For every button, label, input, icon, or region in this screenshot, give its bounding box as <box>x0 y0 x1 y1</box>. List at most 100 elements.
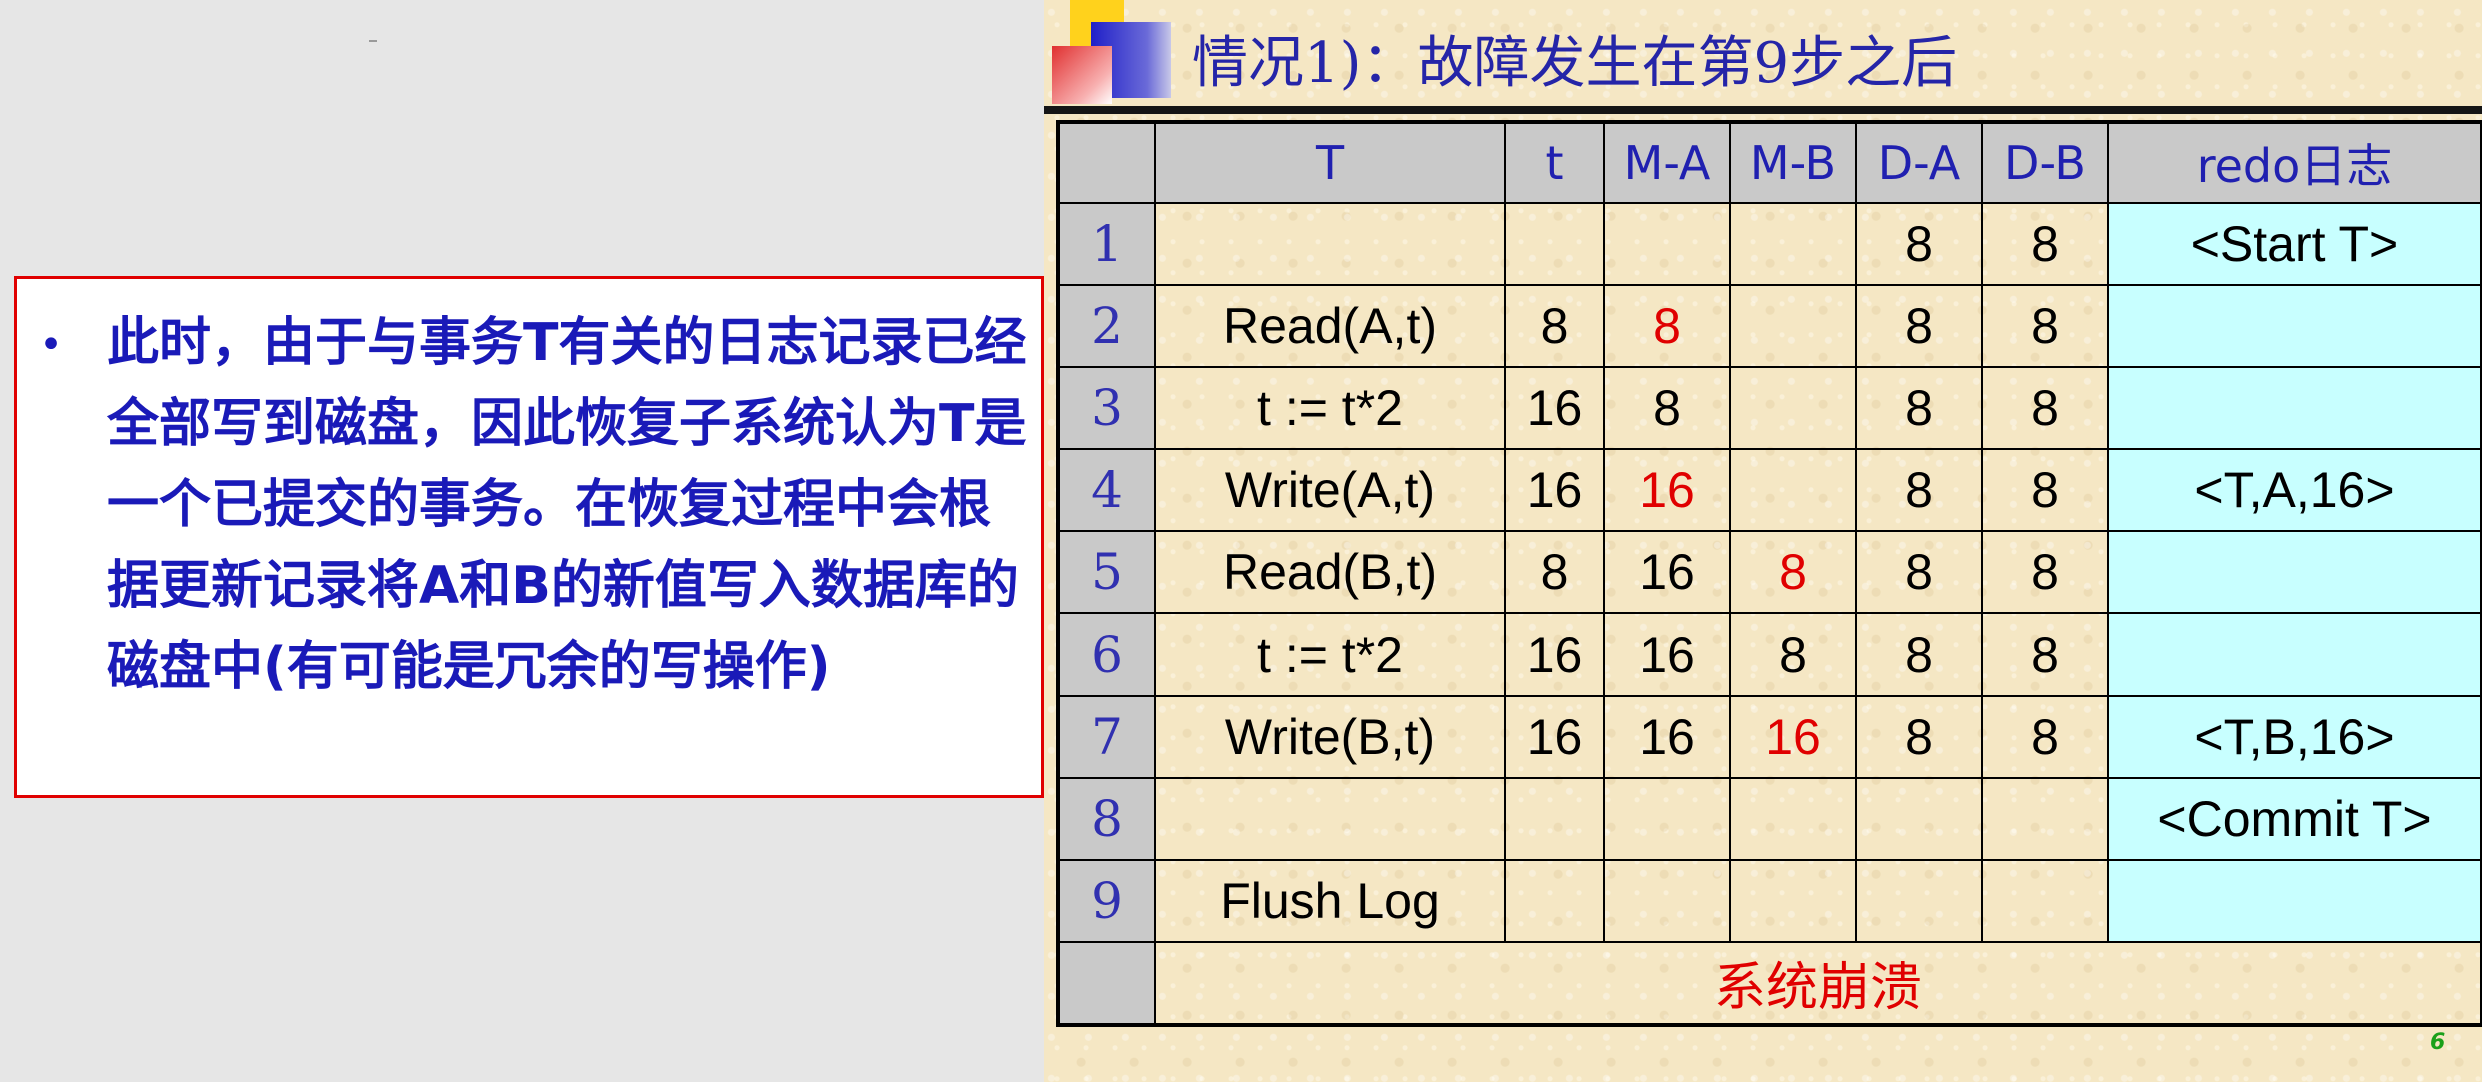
step-number: 7 <box>1057 694 1156 779</box>
d-a-cell: 8 <box>1855 612 1983 697</box>
header-cell: D-B <box>1981 121 2109 204</box>
operation-cell: Read(B,t) <box>1154 530 1506 615</box>
table-row: 9 Flush Log <box>1057 858 2482 943</box>
table-row: 5 Read(B,t) 8 16 8 8 8 <box>1057 530 2482 615</box>
redo-log-cell <box>2107 366 2482 451</box>
step-number: 1 <box>1057 201 1156 287</box>
operation-cell <box>1154 201 1506 287</box>
operation-cell: t := t*2 <box>1154 612 1506 697</box>
t-cell <box>1504 201 1605 287</box>
log-table: T t M-A M-B D-A D-B redo日志 1 8 8 <Start … <box>1056 120 2482 1027</box>
operation-cell: Write(B,t) <box>1154 694 1506 779</box>
m-a-cell: 16 <box>1603 694 1731 779</box>
m-a-cell: 8 <box>1603 284 1731 369</box>
operation-cell <box>1154 776 1506 861</box>
d-a-cell <box>1855 858 1983 943</box>
m-b-cell: 8 <box>1729 612 1857 697</box>
m-b-cell <box>1729 284 1857 369</box>
crash-row: 系统崩溃 <box>1057 940 2482 1027</box>
operation-cell: Read(A,t) <box>1154 284 1506 369</box>
m-a-cell: 8 <box>1603 366 1731 451</box>
table-row: 6 t := t*2 16 16 8 8 8 <box>1057 612 2482 697</box>
redo-log-cell <box>2107 284 2482 369</box>
d-a-cell: 8 <box>1855 530 1983 615</box>
page-number: 6 <box>2430 1030 2446 1055</box>
header-cell <box>1057 121 1156 204</box>
crash-label: 系统崩溃 <box>1154 940 2482 1027</box>
header-cell: t <box>1504 121 1605 204</box>
t-cell: 16 <box>1504 448 1605 533</box>
step-number: 5 <box>1057 530 1156 615</box>
logo-square-icon <box>1052 46 1112 104</box>
t-cell <box>1504 858 1605 943</box>
redo-log-cell: <Commit T> <box>2107 776 2482 861</box>
d-b-cell: 8 <box>1981 448 2109 533</box>
table-header-row: T t M-A M-B D-A D-B redo日志 <box>1057 121 2482 204</box>
stray-mark <box>369 40 377 42</box>
explanation-box: • 此时，由于与事务T有关的日志记录已经全部写到磁盘，因此恢复子系统认为T是一个… <box>14 276 1044 798</box>
bullet-icon: • <box>39 322 63 368</box>
d-a-cell: 8 <box>1855 694 1983 779</box>
d-b-cell: 8 <box>1981 366 2109 451</box>
step-number: 6 <box>1057 612 1156 697</box>
m-a-cell <box>1603 776 1731 861</box>
d-b-cell <box>1981 858 2109 943</box>
d-a-cell: 8 <box>1855 284 1983 369</box>
m-b-cell <box>1729 448 1857 533</box>
m-a-cell <box>1603 858 1731 943</box>
step-number: 4 <box>1057 448 1156 533</box>
t-cell <box>1504 776 1605 861</box>
redo-log-cell: <Start T> <box>2107 201 2482 287</box>
step-number: 2 <box>1057 284 1156 369</box>
redo-log-cell <box>2107 612 2482 697</box>
slide-title: 情况1)：故障发生在第9步之后 <box>1192 31 1958 96</box>
d-a-cell <box>1855 776 1983 861</box>
t-cell: 16 <box>1504 366 1605 451</box>
redo-log-cell: <T,B,16> <box>2107 694 2482 779</box>
m-a-cell: 16 <box>1603 448 1731 533</box>
m-a-cell <box>1603 201 1731 287</box>
d-b-cell: 8 <box>1981 694 2109 779</box>
m-a-cell: 16 <box>1603 530 1731 615</box>
redo-log-cell <box>2107 530 2482 615</box>
slide: 情况1)：故障发生在第9步之后 T t M-A M-B D-A D-B redo… <box>1044 0 2482 1082</box>
d-b-cell: 8 <box>1981 284 2109 369</box>
title-divider <box>1044 106 2482 114</box>
explanation-text: 此时，由于与事务T有关的日志记录已经全部写到磁盘，因此恢复子系统认为T是一个已提… <box>107 313 1027 697</box>
m-b-cell: 16 <box>1729 694 1857 779</box>
d-a-cell: 8 <box>1855 448 1983 533</box>
operation-cell: Flush Log <box>1154 858 1506 943</box>
m-b-cell <box>1729 858 1857 943</box>
m-b-cell <box>1729 366 1857 451</box>
d-b-cell: 8 <box>1981 201 2109 287</box>
step-number <box>1057 940 1156 1027</box>
d-b-cell: 8 <box>1981 530 2109 615</box>
step-number: 3 <box>1057 366 1156 451</box>
table-row: 2 Read(A,t) 8 8 8 8 <box>1057 284 2482 369</box>
table-row: 4 Write(A,t) 16 16 8 8 <T,A,16> <box>1057 448 2482 533</box>
step-number: 8 <box>1057 776 1156 861</box>
table-row: 7 Write(B,t) 16 16 16 8 8 <T,B,16> <box>1057 694 2482 779</box>
step-number: 9 <box>1057 858 1156 943</box>
table-row: 8 <Commit T> <box>1057 776 2482 861</box>
d-a-cell: 8 <box>1855 201 1983 287</box>
m-b-cell: 8 <box>1729 530 1857 615</box>
header-cell: redo日志 <box>2107 121 2482 204</box>
t-cell: 16 <box>1504 612 1605 697</box>
t-cell: 8 <box>1504 530 1605 615</box>
d-a-cell: 8 <box>1855 366 1983 451</box>
t-cell: 8 <box>1504 284 1605 369</box>
redo-log-cell <box>2107 858 2482 943</box>
m-b-cell <box>1729 201 1857 287</box>
header-cell: M-A <box>1603 121 1731 204</box>
header-cell: M-B <box>1729 121 1857 204</box>
operation-cell: t := t*2 <box>1154 366 1506 451</box>
redo-log-cell: <T,A,16> <box>2107 448 2482 533</box>
d-b-cell <box>1981 776 2109 861</box>
operation-cell: Write(A,t) <box>1154 448 1506 533</box>
t-cell: 16 <box>1504 694 1605 779</box>
m-a-cell: 16 <box>1603 612 1731 697</box>
header-cell: D-A <box>1855 121 1983 204</box>
d-b-cell: 8 <box>1981 612 2109 697</box>
header-cell: T <box>1154 121 1506 204</box>
